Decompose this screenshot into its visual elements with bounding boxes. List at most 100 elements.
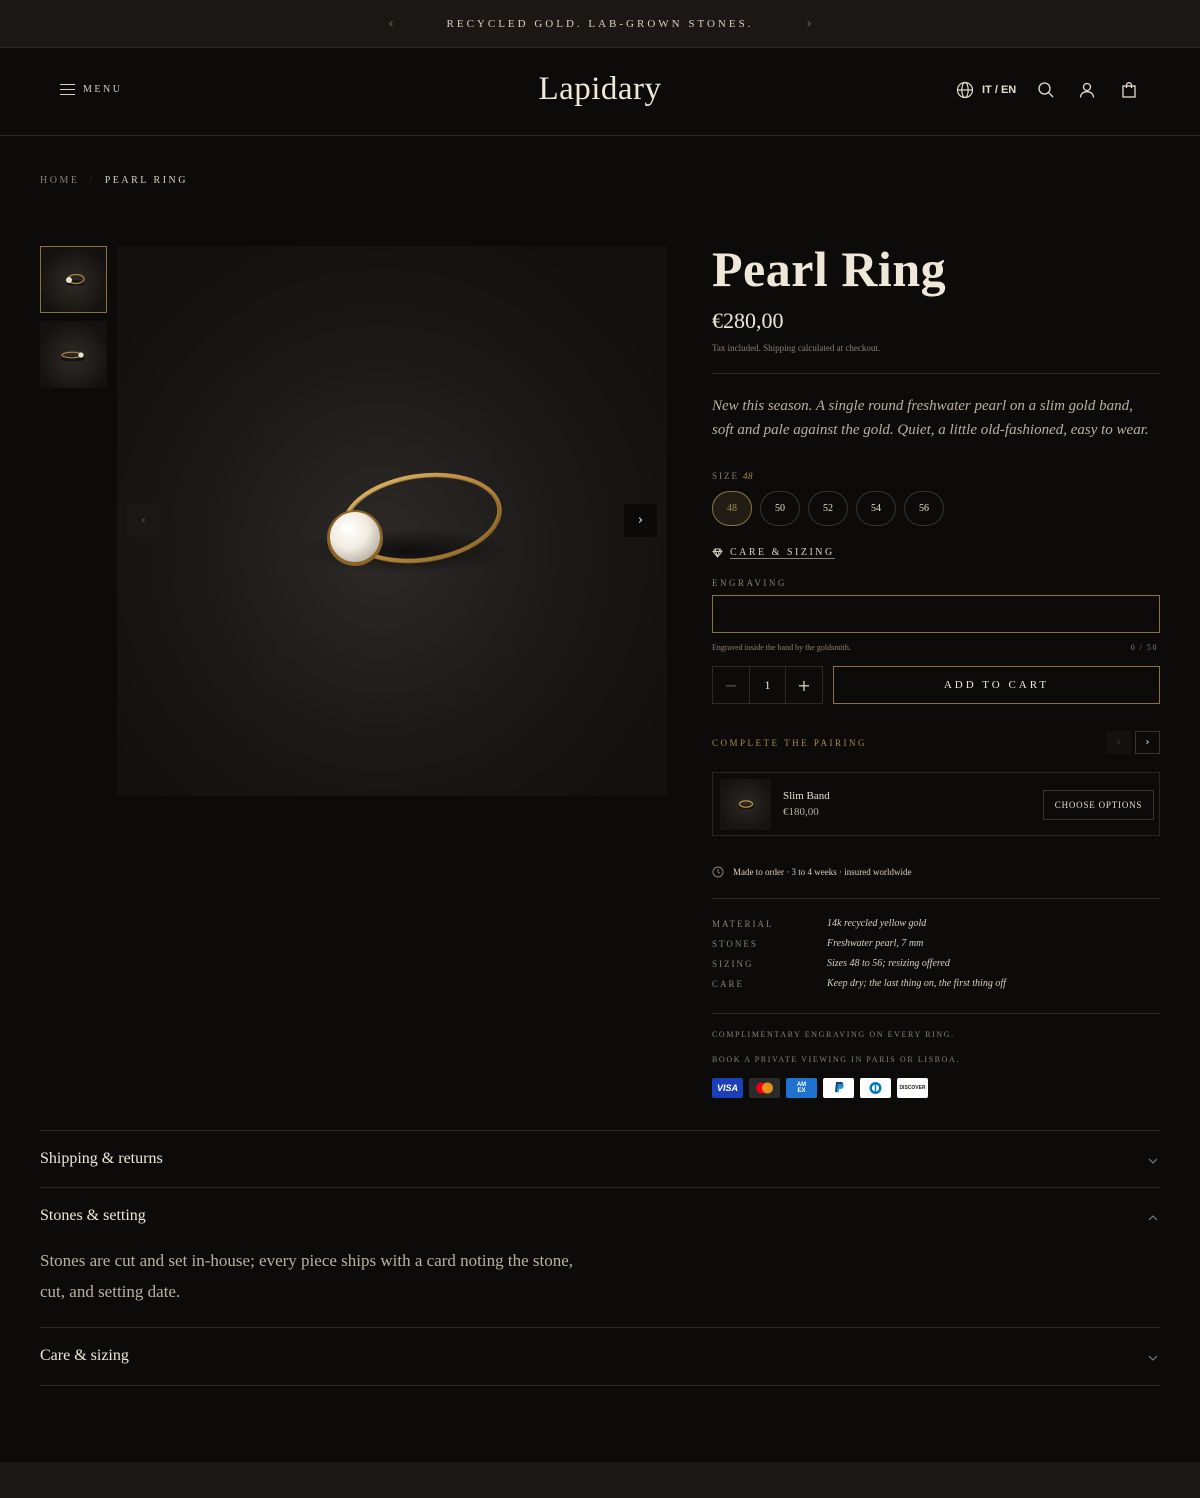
- globe-icon: [956, 81, 974, 99]
- gallery-thumbnail[interactable]: [40, 321, 107, 388]
- pairing-product-price: €180,00: [783, 806, 819, 818]
- paypal-icon: [823, 1078, 854, 1098]
- pairing-product-image[interactable]: [720, 779, 771, 830]
- account-icon[interactable]: [1077, 80, 1097, 100]
- gallery-prev-button[interactable]: ‹: [127, 504, 160, 537]
- shipping-note: Made to order · 3 to 4 weeks · insured w…: [712, 866, 911, 878]
- accordion-shipping-returns[interactable]: Shipping & returns: [40, 1150, 163, 1168]
- slim-band-illustration: [738, 800, 754, 809]
- divider: [712, 898, 1160, 899]
- size-options: 48 50 52 54 56: [712, 491, 944, 526]
- pearl-ring-illustration: [302, 472, 512, 573]
- announcement-prev-icon[interactable]: ‹: [383, 15, 399, 33]
- visa-label: VISA: [716, 1083, 738, 1093]
- discover-label: DISCOVER: [899, 1085, 926, 1091]
- size-label-text: SIZE: [712, 471, 739, 481]
- spec-key: CARE: [712, 979, 745, 989]
- mastercard-icon: [749, 1078, 780, 1098]
- choose-options-button[interactable]: CHOOSE OPTIONS: [1043, 790, 1154, 820]
- promo-engraving: COMPLIMENTARY ENGRAVING ON EVERY RING.: [712, 1030, 955, 1039]
- spec-value: Freshwater pearl, 7 mm: [827, 938, 924, 949]
- language-switcher[interactable]: IT / EN: [955, 80, 1016, 100]
- quantity-decrease-button[interactable]: −: [713, 667, 750, 703]
- chevron-left-icon: ‹: [140, 513, 147, 528]
- breadcrumb-separator: /: [89, 175, 95, 186]
- chevron-left-icon: ‹: [1116, 737, 1121, 748]
- quantity-stepper: − 1 +: [712, 666, 823, 704]
- accordion-stones-setting[interactable]: Stones & setting: [40, 1207, 146, 1225]
- cart-icon[interactable]: [1119, 80, 1139, 100]
- shipping-note-text: Made to order · 3 to 4 weeks · insured w…: [733, 867, 912, 877]
- amex-icon: AM EX: [786, 1078, 817, 1098]
- chevron-right-icon: ›: [637, 513, 644, 528]
- pairing-next-button[interactable]: ›: [1135, 731, 1160, 754]
- accordion-care-sizing[interactable]: Care & sizing: [40, 1347, 129, 1365]
- divider: [40, 1327, 1160, 1328]
- care-sizing-label: CARE & SIZING: [730, 547, 835, 559]
- spec-value: Keep dry; the last thing on, the first t…: [827, 978, 1006, 989]
- announcement-next-icon[interactable]: ›: [801, 15, 817, 33]
- plus-icon: +: [797, 675, 811, 695]
- engraving-input[interactable]: [712, 595, 1160, 633]
- footer: [0, 1462, 1200, 1498]
- divider: [712, 373, 1160, 374]
- mastercard-mark: [756, 1082, 773, 1094]
- quantity-value[interactable]: 1: [750, 667, 785, 703]
- selected-size-value: 48: [743, 471, 753, 481]
- main-product-image: [117, 246, 667, 796]
- spec-key: MATERIAL: [712, 919, 774, 929]
- spec-value: Sizes 48 to 56; resizing offered: [827, 958, 950, 969]
- visa-icon: VISA: [712, 1078, 743, 1098]
- care-sizing-link[interactable]: CARE & SIZING: [712, 547, 835, 559]
- quantity-increase-button[interactable]: +: [785, 667, 822, 703]
- chevron-right-icon: ›: [1145, 737, 1150, 748]
- amex-label: AM EX: [796, 1082, 807, 1094]
- spec-row: STONES Freshwater pearl, 7 mm: [712, 938, 1160, 958]
- size-option[interactable]: 50: [760, 491, 800, 526]
- ring-thumbnail-image: [66, 273, 85, 286]
- chevron-down-icon[interactable]: [1145, 1350, 1161, 1366]
- divider: [40, 1385, 1160, 1386]
- breadcrumb-current: PEARL RING: [104, 175, 188, 186]
- spec-row: SIZING Sizes 48 to 56; resizing offered: [712, 958, 1160, 978]
- divider: [40, 1187, 1160, 1188]
- minus-icon: −: [724, 675, 738, 695]
- search-icon[interactable]: [1036, 80, 1056, 100]
- size-option[interactable]: 48: [712, 491, 752, 526]
- divider: [40, 1130, 1160, 1131]
- chevron-up-icon[interactable]: [1145, 1210, 1161, 1226]
- engraving-char-count: 0 / 50: [1130, 643, 1158, 652]
- discover-icon: DISCOVER: [897, 1078, 928, 1098]
- product-title: Pearl Ring: [712, 241, 947, 297]
- clock-icon: [712, 866, 724, 878]
- chevron-down-icon[interactable]: [1145, 1153, 1161, 1169]
- size-option[interactable]: 54: [856, 491, 896, 526]
- spec-key: SIZING: [712, 959, 754, 969]
- engraving-note: Engraved inside the band by the goldsmit…: [712, 643, 851, 652]
- size-option[interactable]: 52: [808, 491, 848, 526]
- size-option[interactable]: 56: [904, 491, 944, 526]
- spec-row: CARE Keep dry; the last thing on, the fi…: [712, 978, 1160, 998]
- announcement-bar: ‹ RECYCLED GOLD. LAB-GROWN STONES. ›: [0, 0, 1200, 48]
- diamond-icon: [712, 548, 723, 558]
- tax-note: Tax included. Shipping calculated at che…: [712, 343, 881, 353]
- header-actions: IT / EN: [955, 80, 1139, 100]
- announcement-text: RECYCLED GOLD. LAB-GROWN STONES.: [446, 17, 754, 30]
- promo-private-viewing: BOOK A PRIVATE VIEWING IN PARIS OR LISBO…: [712, 1055, 960, 1064]
- ring-side-thumbnail-image: [61, 351, 85, 362]
- spec-key: STONES: [712, 939, 758, 949]
- pairing-prev-button[interactable]: ‹: [1106, 731, 1131, 754]
- gallery-next-button[interactable]: ›: [624, 504, 657, 537]
- site-header: MENU Lapidary IT / EN: [0, 49, 1200, 136]
- pairing-product-name[interactable]: Slim Band: [783, 790, 830, 802]
- gallery-thumbnail[interactable]: [40, 246, 107, 313]
- paypal-mark: [835, 1082, 844, 1093]
- add-to-cart-button[interactable]: ADD TO CART: [833, 666, 1160, 704]
- diners-club-icon: [860, 1078, 891, 1098]
- language-label: IT / EN: [982, 84, 1017, 96]
- spec-row: MATERIAL 14k recycled yellow gold: [712, 918, 1160, 938]
- engraving-label: ENGRAVING: [712, 578, 787, 588]
- breadcrumb-home[interactable]: HOME: [40, 175, 79, 186]
- divider: [712, 1013, 1160, 1014]
- pairing-label: COMPLETE THE PAIRING: [712, 738, 868, 748]
